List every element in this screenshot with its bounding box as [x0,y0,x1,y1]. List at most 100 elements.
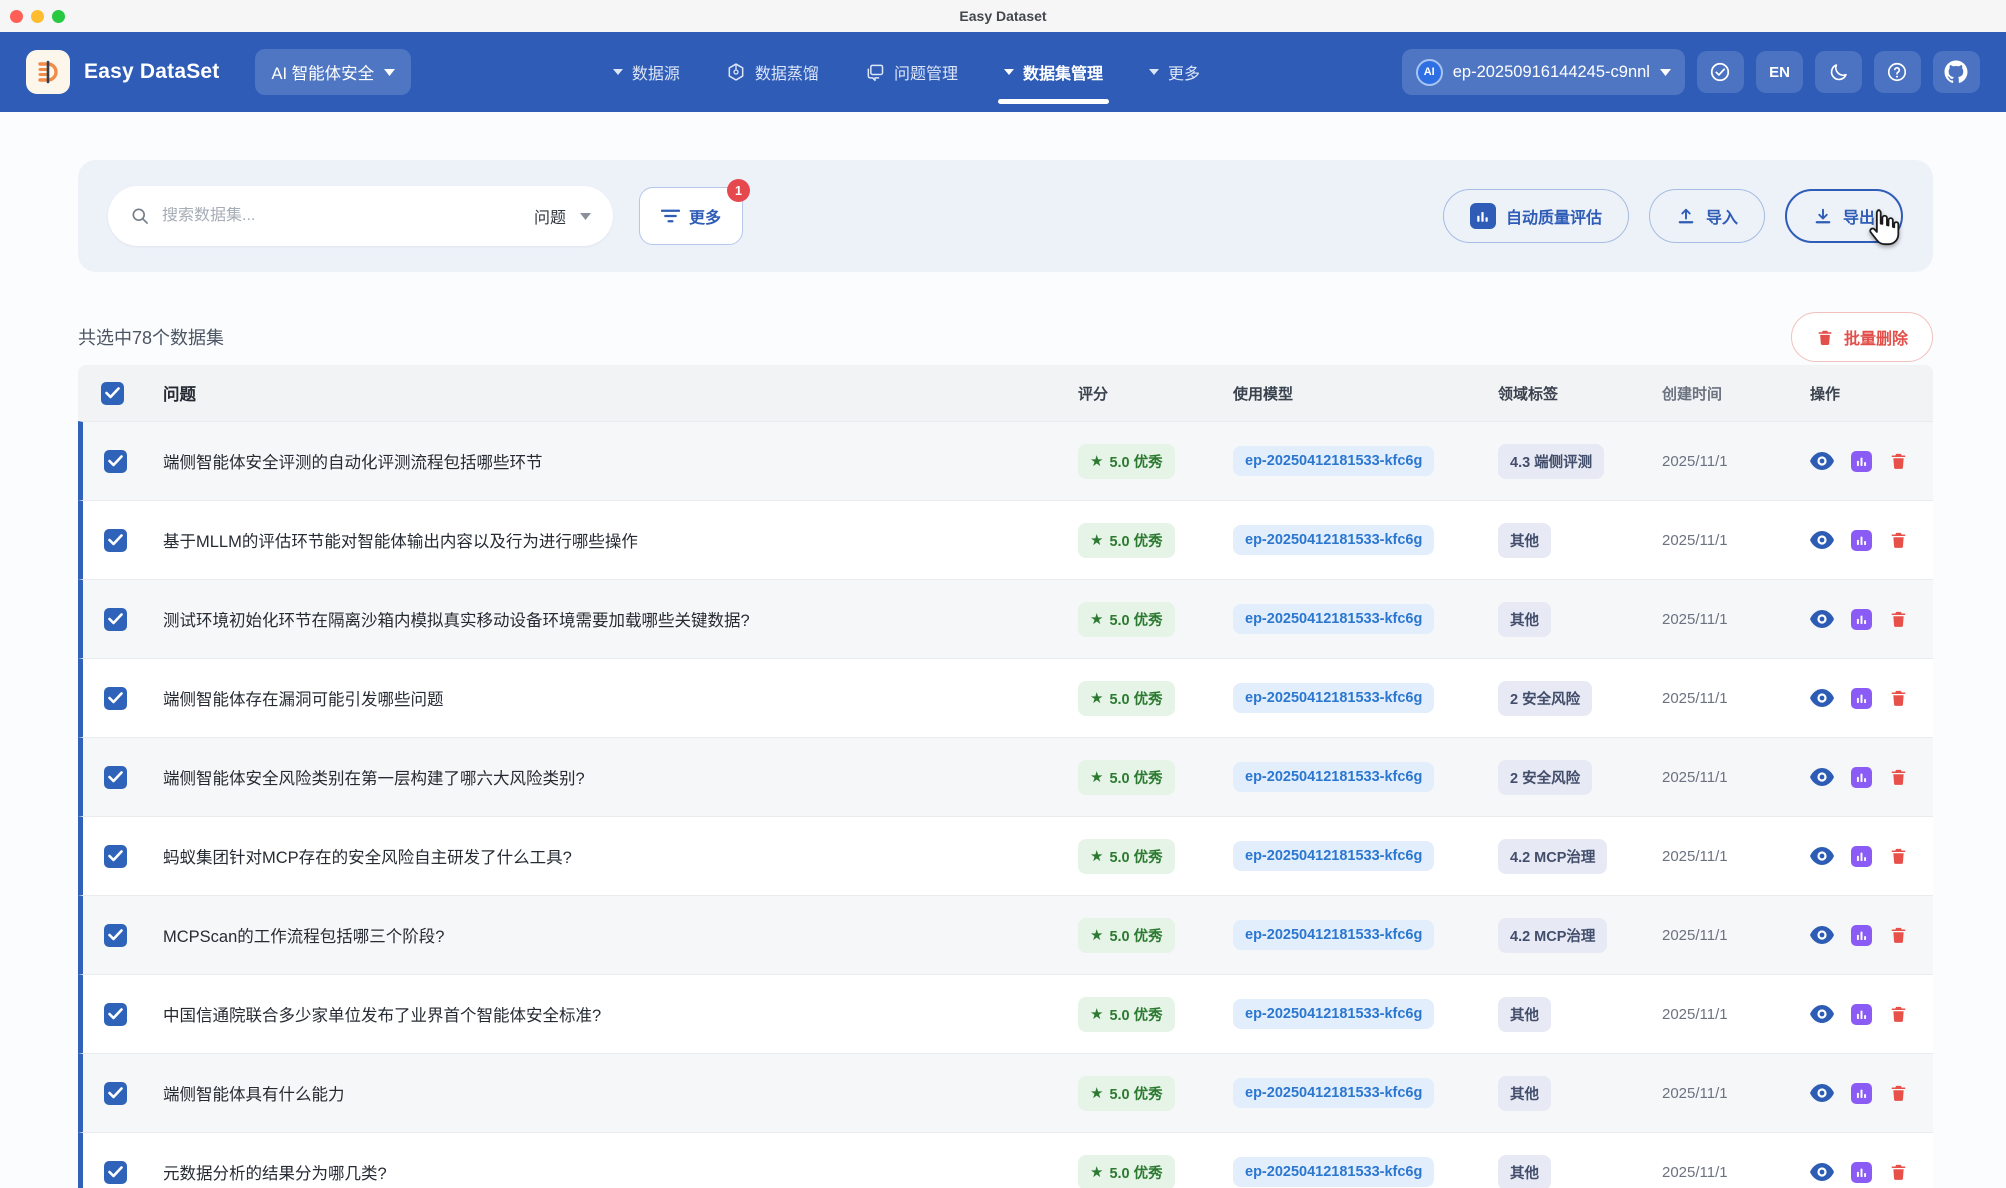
trash-icon [1889,767,1908,787]
delete-button[interactable] [1889,1162,1908,1182]
navbar: Easy DataSet AI 智能体安全 数据源 数据蒸馏 问题管理 [0,32,2006,112]
view-button[interactable] [1810,1005,1834,1023]
brand-group: Easy DataSet AI 智能体安全 [26,49,411,95]
delete-button[interactable] [1889,609,1908,629]
row-checkbox[interactable] [104,1003,127,1026]
view-button[interactable] [1810,610,1834,628]
navbar-right: AI ep-20250916144245-c9nnl EN [1402,49,1980,95]
model-badge[interactable]: ep-20250412181533-kfc6g [1233,446,1434,476]
quality-report-button[interactable] [1851,1004,1872,1025]
model-selector[interactable]: AI ep-20250916144245-c9nnl [1402,49,1685,95]
caret-down-icon [1660,69,1671,76]
filter-more-button[interactable]: 更多 1 [639,187,743,245]
model-badge[interactable]: ep-20250412181533-kfc6g [1233,920,1434,950]
auto-quality-evaluate-button[interactable]: 自动质量评估 [1443,189,1629,243]
app-logo-icon[interactable] [26,50,70,94]
help-button[interactable] [1874,51,1921,93]
batch-delete-button[interactable]: 批量删除 [1791,312,1933,362]
bar-chart-icon [1470,203,1496,229]
trash-icon [1889,688,1908,708]
delete-button[interactable] [1889,925,1908,945]
dark-mode-button[interactable] [1815,51,1862,93]
question-text: 蚂蚁集团针对MCP存在的安全风险自主研发了什么工具? [147,844,1066,868]
rating-badge: ★5.0 优秀 [1078,997,1175,1032]
quality-report-button[interactable] [1851,767,1872,788]
active-tab-underline [998,99,1109,104]
selection-bar: 共选中78个数据集 批量删除 [78,312,1933,362]
nav-item-more[interactable]: 更多 [1149,60,1200,84]
row-checkbox[interactable] [104,1161,127,1184]
github-icon [1944,60,1968,84]
model-badge[interactable]: ep-20250412181533-kfc6g [1233,762,1434,792]
view-button[interactable] [1810,689,1834,707]
view-button[interactable] [1810,1084,1834,1102]
delete-button[interactable] [1889,846,1908,866]
model-badge[interactable]: ep-20250412181533-kfc6g [1233,1157,1434,1187]
language-button[interactable]: EN [1756,51,1803,93]
nav-item-datasets[interactable]: 数据集管理 [1004,60,1103,84]
rating-badge: ★5.0 优秀 [1078,839,1175,874]
eye-icon [1810,531,1834,549]
search-box[interactable]: 问题 [108,186,613,246]
delete-button[interactable] [1889,1004,1908,1024]
domain-tag-badge: 4.3 端侧评测 [1498,444,1604,479]
delete-button[interactable] [1889,688,1908,708]
delete-button[interactable] [1889,530,1908,550]
model-badge[interactable]: ep-20250412181533-kfc6g [1233,525,1434,555]
filter-icon [661,208,680,224]
row-checkbox[interactable] [104,766,127,789]
quality-report-button[interactable] [1851,609,1872,630]
row-checkbox[interactable] [104,608,127,631]
quality-report-button[interactable] [1851,1162,1872,1183]
header-rating: 评分 [1066,383,1221,404]
bar-chart-icon [1851,1004,1872,1025]
quality-report-button[interactable] [1851,1083,1872,1104]
download-icon [1813,206,1833,226]
quality-report-button[interactable] [1851,688,1872,709]
nav-item-data-source[interactable]: 数据源 [613,60,680,84]
star-icon: ★ [1090,926,1103,944]
brand-name: Easy DataSet [84,60,219,84]
quality-report-button[interactable] [1851,530,1872,551]
view-button[interactable] [1810,452,1834,470]
github-button[interactable] [1933,51,1980,93]
rating-badge: ★5.0 优秀 [1078,1076,1175,1111]
check-icon [108,929,123,941]
delete-button[interactable] [1889,451,1908,471]
view-button[interactable] [1810,531,1834,549]
view-button[interactable] [1810,1163,1834,1181]
caret-down-icon [384,69,395,76]
delete-button[interactable] [1889,1083,1908,1103]
search-input[interactable] [162,207,520,225]
row-checkbox[interactable] [104,924,127,947]
model-badge[interactable]: ep-20250412181533-kfc6g [1233,683,1434,713]
model-badge[interactable]: ep-20250412181533-kfc6g [1233,1078,1434,1108]
row-checkbox[interactable] [104,1082,127,1105]
row-checkbox[interactable] [104,450,127,473]
model-badge[interactable]: ep-20250412181533-kfc6g [1233,999,1434,1029]
quality-report-button[interactable] [1851,451,1872,472]
created-date: 2025/11/1 [1646,611,1796,628]
quality-report-button[interactable] [1851,925,1872,946]
delete-button[interactable] [1889,767,1908,787]
tasks-button[interactable] [1697,51,1744,93]
select-all-checkbox[interactable] [101,382,124,405]
row-checkbox[interactable] [104,687,127,710]
row-checkbox[interactable] [104,845,127,868]
import-button[interactable]: 导入 [1649,189,1765,243]
model-badge[interactable]: ep-20250412181533-kfc6g [1233,604,1434,634]
created-date: 2025/11/1 [1646,453,1796,470]
nav-item-distill[interactable]: 数据蒸馏 [726,60,819,84]
view-button[interactable] [1810,768,1834,786]
project-selector[interactable]: AI 智能体安全 [255,49,411,95]
star-icon: ★ [1090,1163,1103,1181]
nav-item-questions[interactable]: 问题管理 [865,60,958,84]
view-button[interactable] [1810,926,1834,944]
row-checkbox[interactable] [104,529,127,552]
check-icon [108,613,123,625]
table-body: 端侧智能体安全评测的自动化评测流程包括哪些环节 ★5.0 优秀 ep-20250… [78,421,1933,1188]
view-button[interactable] [1810,847,1834,865]
search-scope-select[interactable]: 问题 [520,204,591,228]
model-badge[interactable]: ep-20250412181533-kfc6g [1233,841,1434,871]
quality-report-button[interactable] [1851,846,1872,867]
